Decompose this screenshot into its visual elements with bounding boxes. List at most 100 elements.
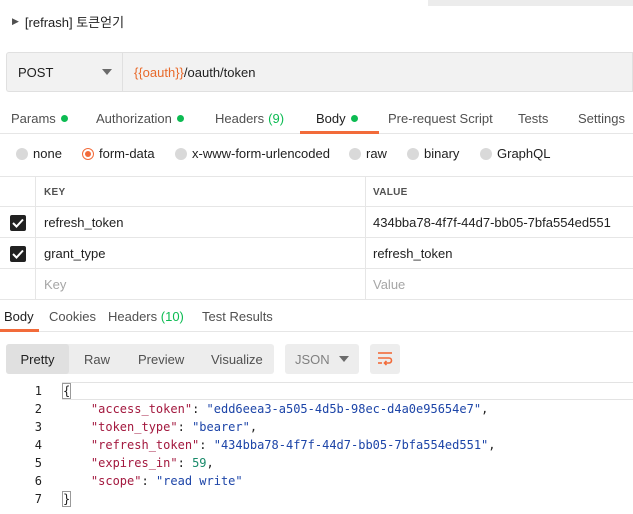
code-line: 4 "refresh_token": "434bba78-4f7f-44d7-b… bbox=[0, 436, 633, 454]
tab-count: (10) bbox=[160, 309, 184, 324]
response-toolbar: Pretty Raw Preview Visualize JSON bbox=[6, 344, 400, 374]
radio-icon bbox=[407, 147, 419, 160]
code-content: "expires_in": 59, bbox=[62, 454, 214, 472]
checkbox-checked-icon[interactable] bbox=[9, 245, 26, 262]
radio-form-data[interactable]: form-data bbox=[82, 146, 155, 161]
key-cell[interactable]: grant_type bbox=[36, 238, 366, 269]
wrap-lines-button[interactable] bbox=[370, 344, 400, 374]
request-tabs: Params Authorization Headers (9) Body Pre… bbox=[0, 104, 633, 134]
json-brace: } bbox=[62, 491, 72, 507]
tab-response-body[interactable]: Body bbox=[4, 309, 34, 324]
preview-button[interactable]: Preview bbox=[138, 344, 184, 374]
tab-body[interactable]: Body bbox=[316, 104, 358, 134]
url-input[interactable]: {{oauth}}/oauth/token bbox=[122, 52, 633, 92]
view-mode-group: Pretty Raw Preview Visualize bbox=[6, 344, 274, 374]
radio-icon bbox=[16, 147, 28, 160]
caret-right-icon[interactable]: ▶ bbox=[12, 16, 19, 27]
tab-count: (9) bbox=[268, 111, 285, 126]
radio-x-www-form-urlencoded[interactable]: x-www-form-urlencoded bbox=[175, 146, 330, 161]
json-string: "434bba78-4f7f-44d7-bb05-7bfa554ed551" bbox=[213, 438, 489, 452]
json-punctuation: : bbox=[141, 474, 156, 488]
line-number: 3 bbox=[34, 420, 42, 434]
tab-label: Params bbox=[11, 111, 56, 126]
status-dot-icon bbox=[60, 115, 68, 122]
radio-label: form-data bbox=[99, 146, 155, 161]
request-title[interactable]: [refrash] 토큰얻기 bbox=[25, 12, 124, 31]
radio-binary[interactable]: binary bbox=[407, 146, 459, 161]
json-punctuation bbox=[62, 402, 91, 416]
visualize-button[interactable]: Visualize bbox=[211, 344, 263, 374]
json-number: 59 bbox=[192, 456, 207, 470]
tab-pre-request-script[interactable]: Pre-request Script bbox=[388, 104, 493, 134]
header-value-cell: VALUE bbox=[366, 177, 633, 208]
key-input[interactable]: Key bbox=[36, 269, 366, 300]
pretty-button[interactable]: Pretty bbox=[6, 344, 69, 374]
radio-label: none bbox=[33, 146, 62, 161]
table-header-row: KEY VALUE bbox=[0, 176, 633, 208]
radio-icon bbox=[175, 147, 187, 160]
chevron-down-icon bbox=[102, 69, 112, 75]
response-code-view[interactable]: 1{2 "access_token": "edd6eea3-a505-4d5b-… bbox=[0, 382, 633, 508]
tab-response-headers[interactable]: Headers (10) bbox=[108, 309, 184, 324]
code-line: 2 "access_token": "edd6eea3-a505-4d5b-98… bbox=[0, 400, 633, 418]
value-cell[interactable]: 434bba78-4f7f-44d7-bb05-7bfa554ed551 bbox=[366, 207, 633, 238]
radio-icon bbox=[480, 147, 492, 160]
json-punctuation bbox=[62, 456, 91, 470]
tab-label: Body bbox=[316, 111, 346, 126]
form-data-table: KEY VALUE refresh_token 434bba78-4f7f-44… bbox=[0, 176, 633, 300]
code-line: 5 "expires_in": 59, bbox=[0, 454, 633, 472]
radio-label: binary bbox=[424, 146, 460, 161]
code-line: 7} bbox=[0, 490, 633, 508]
table-row: grant_type refresh_token bbox=[0, 238, 633, 269]
tab-settings[interactable]: Settings bbox=[578, 104, 625, 134]
method-select[interactable]: POST bbox=[6, 52, 122, 92]
json-punctuation: , bbox=[206, 456, 214, 470]
row-check-cell bbox=[0, 207, 36, 238]
radio-graphql[interactable]: GraphQL bbox=[480, 146, 550, 161]
tab-params[interactable]: Params bbox=[11, 104, 68, 134]
response-tabs: Body Cookies Headers (10) Test Results bbox=[0, 304, 633, 332]
tab-strip-background bbox=[428, 0, 633, 6]
url-path: /oauth/token bbox=[183, 64, 256, 80]
key-cell[interactable]: refresh_token bbox=[36, 207, 366, 238]
json-key: "expires_in" bbox=[90, 456, 178, 470]
row-check-cell bbox=[0, 238, 36, 269]
value-cell[interactable]: refresh_token bbox=[366, 238, 633, 269]
json-key: "refresh_token" bbox=[90, 438, 200, 452]
language-select[interactable]: JSON bbox=[285, 344, 359, 374]
code-content: "scope": "read write" bbox=[62, 472, 243, 490]
json-key: "token_type" bbox=[90, 420, 178, 434]
code-content: "refresh_token": "434bba78-4f7f-44d7-bb0… bbox=[62, 436, 496, 454]
tab-tests[interactable]: Tests bbox=[518, 104, 548, 134]
json-string: "read write" bbox=[155, 474, 243, 488]
checkbox-checked-icon[interactable] bbox=[9, 214, 26, 231]
value-input[interactable]: Value bbox=[366, 269, 633, 300]
tab-headers[interactable]: Headers (9) bbox=[215, 104, 284, 134]
radio-raw[interactable]: raw bbox=[349, 146, 387, 161]
code-line: 6 "scope": "read write" bbox=[0, 472, 633, 490]
url-variable: {{oauth}} bbox=[134, 64, 184, 80]
json-punctuation: : bbox=[192, 402, 207, 416]
chevron-down-icon bbox=[339, 356, 349, 362]
json-punctuation: , bbox=[488, 438, 496, 452]
json-string: "edd6eea3-a505-4d5b-98ec-d4a0e95654e7" bbox=[206, 402, 482, 416]
tab-label: Headers bbox=[108, 309, 158, 324]
line-number: 2 bbox=[34, 402, 42, 416]
row-check-cell bbox=[0, 269, 36, 300]
tab-authorization[interactable]: Authorization bbox=[96, 104, 184, 134]
radio-label: GraphQL bbox=[497, 146, 551, 161]
radio-none[interactable]: none bbox=[16, 146, 62, 161]
json-punctuation: , bbox=[481, 402, 489, 416]
tab-cookies[interactable]: Cookies bbox=[49, 309, 96, 324]
tab-label: Settings bbox=[578, 111, 625, 126]
header-key-cell: KEY bbox=[36, 177, 366, 208]
json-key: "scope" bbox=[90, 474, 142, 488]
column-header-value: VALUE bbox=[373, 187, 408, 198]
tab-test-results[interactable]: Test Results bbox=[202, 309, 273, 324]
json-punctuation: : bbox=[177, 456, 193, 470]
json-brace: { bbox=[62, 383, 72, 399]
method-value: POST bbox=[18, 64, 54, 80]
language-value: JSON bbox=[295, 351, 330, 367]
raw-button[interactable]: Raw bbox=[84, 344, 110, 374]
json-punctuation bbox=[62, 420, 91, 434]
